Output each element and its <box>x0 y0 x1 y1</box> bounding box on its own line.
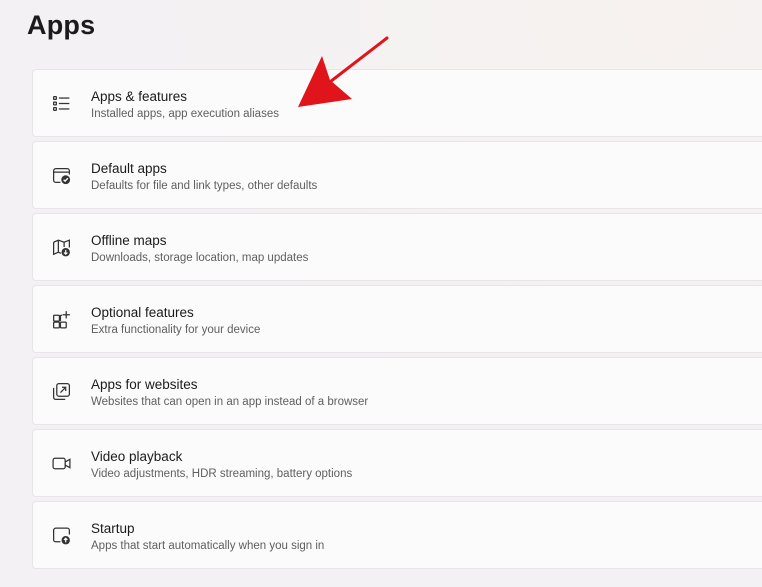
settings-item-label: Apps for websites <box>91 377 198 392</box>
settings-item-description: Defaults for file and link types, other … <box>91 180 318 192</box>
settings-item-startup[interactable]: Startup Apps that start automatically wh… <box>32 501 762 569</box>
settings-item-description: Downloads, storage location, map updates <box>91 252 309 264</box>
startup-icon <box>51 525 72 546</box>
offline-map-icon <box>51 237 72 258</box>
optional-features-icon <box>51 309 72 330</box>
settings-item-description: Installed apps, app execution aliases <box>91 108 279 120</box>
settings-item-label: Optional features <box>91 305 194 320</box>
settings-item-label: Default apps <box>91 161 167 176</box>
settings-item-description: Video adjustments, HDR streaming, batter… <box>91 468 353 480</box>
settings-item-label: Offline maps <box>91 233 167 248</box>
apps-list-icon <box>51 93 72 114</box>
settings-list: Apps & features Installed apps, app exec… <box>32 69 762 573</box>
open-in-app-icon <box>51 381 72 402</box>
settings-item-description: Websites that can open in an app instead… <box>91 396 369 408</box>
settings-item-label: Video playback <box>91 449 183 464</box>
settings-item-label: Startup <box>91 521 135 536</box>
settings-item-description: Apps that start automatically when you s… <box>91 540 325 552</box>
page-title: Apps <box>27 10 96 40</box>
settings-item-offline-maps[interactable]: Offline maps Downloads, storage location… <box>32 213 762 281</box>
settings-item-apps-features[interactable]: Apps & features Installed apps, app exec… <box>32 69 762 137</box>
settings-item-apps-for-websites[interactable]: Apps for websites Websites that can open… <box>32 357 762 425</box>
settings-item-default-apps[interactable]: Default apps Defaults for file and link … <box>32 141 762 209</box>
default-apps-icon <box>51 165 72 186</box>
settings-item-description: Extra functionality for your device <box>91 324 261 336</box>
settings-item-label: Apps & features <box>91 89 188 104</box>
video-camera-icon <box>51 453 72 474</box>
settings-item-video-playback[interactable]: Video playback Video adjustments, HDR st… <box>32 429 762 497</box>
settings-item-optional-features[interactable]: Optional features Extra functionality fo… <box>32 285 762 353</box>
